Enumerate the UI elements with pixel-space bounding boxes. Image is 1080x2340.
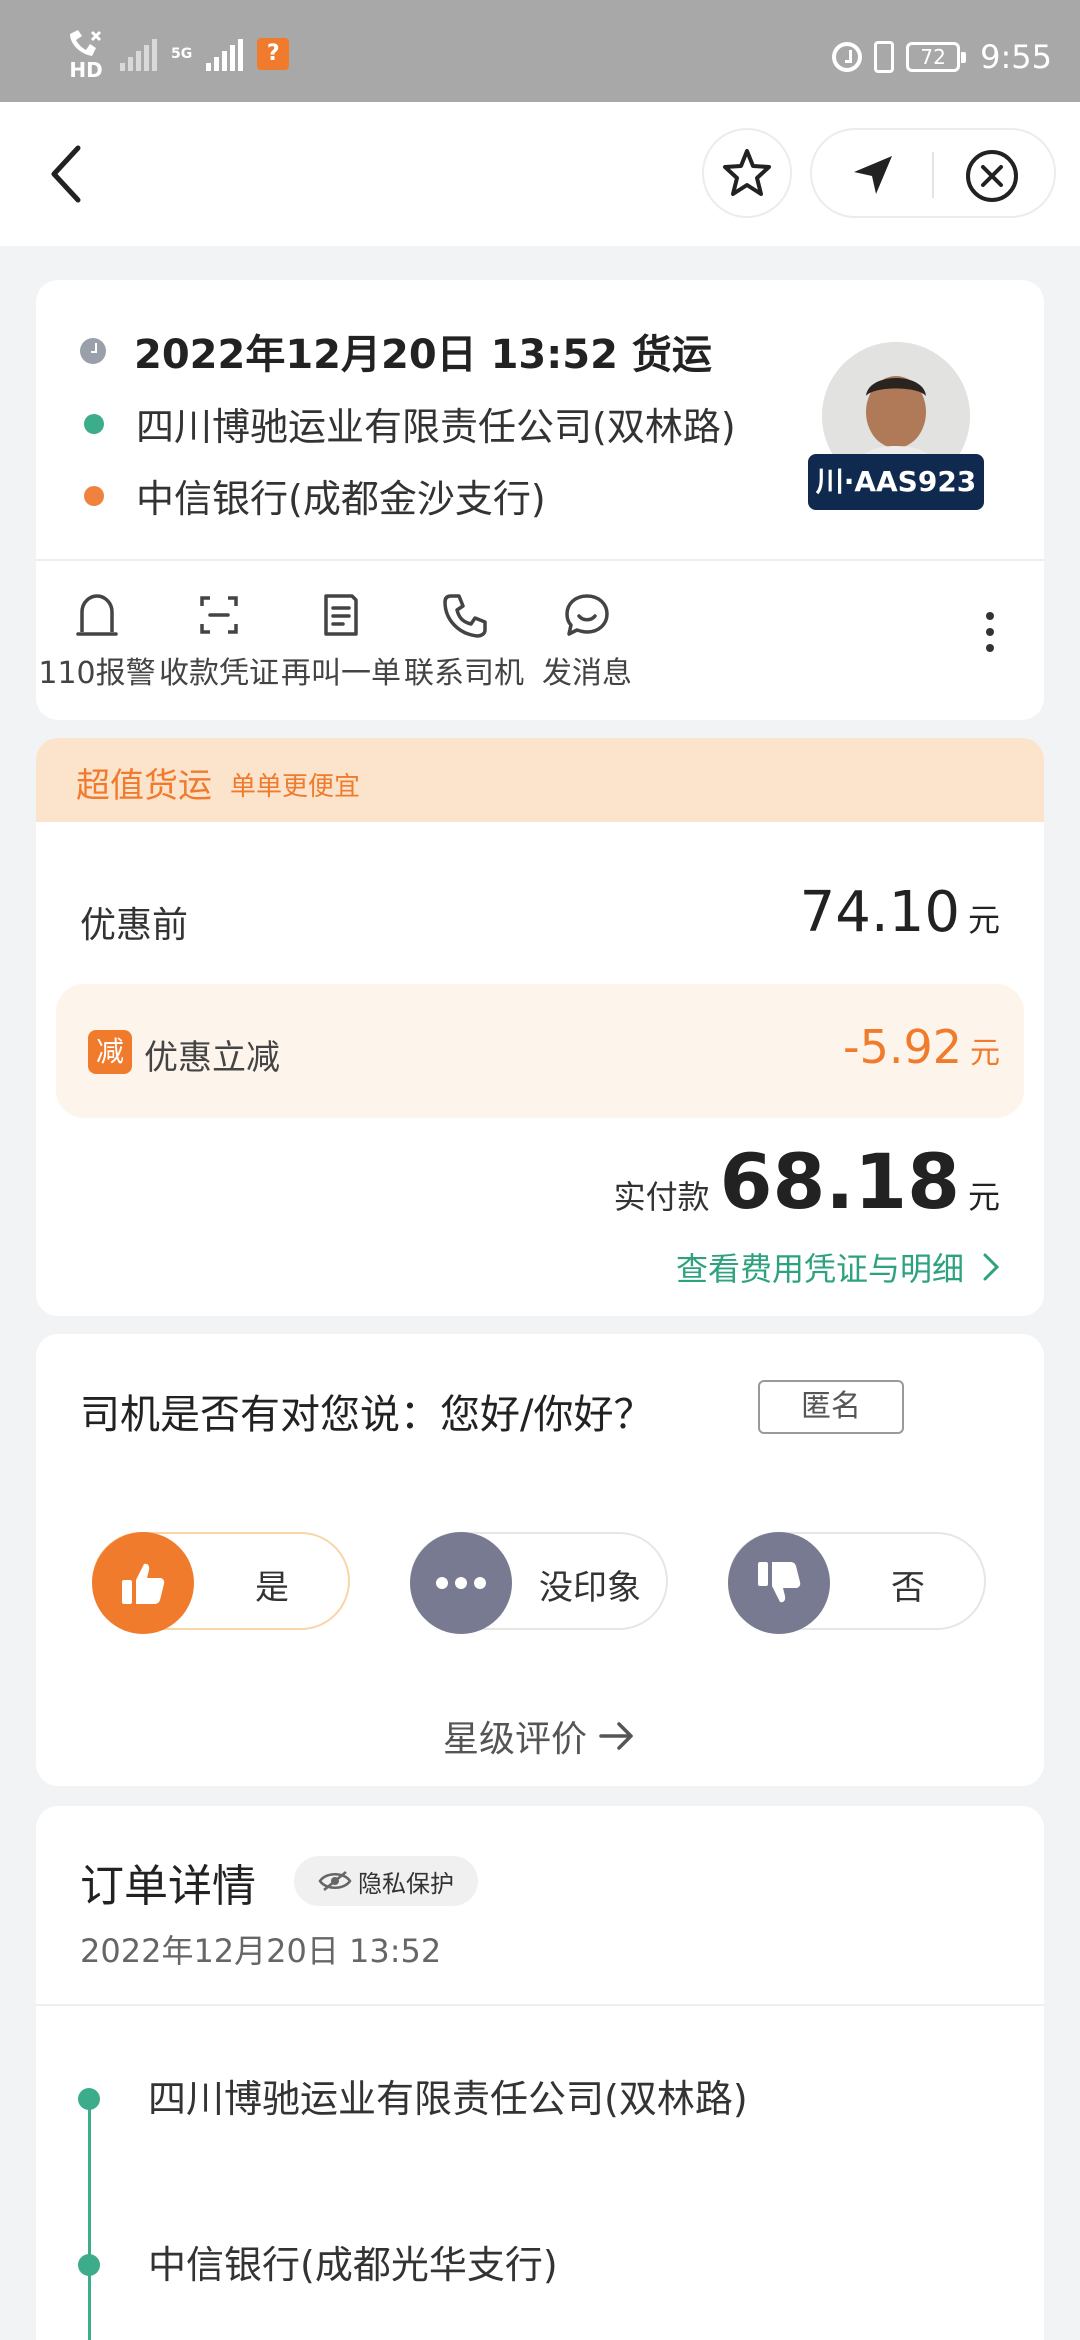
answer-no-impression-button[interactable]: 没印象 xyxy=(410,1532,668,1634)
clock-icon xyxy=(80,338,106,364)
navigate-button[interactable] xyxy=(848,150,898,204)
trip-time-row: 2022年12月20日 13:52 货运 xyxy=(80,322,712,380)
status-bar: HD 5G ? 72 9:55 xyxy=(0,0,1080,102)
pre-discount-value: 74.10 元 xyxy=(800,880,1000,945)
dropoff-dot-icon xyxy=(84,485,104,506)
pickup-row: 四川博驰运业有限责任公司(双林路) xyxy=(84,396,736,451)
route-line xyxy=(88,2098,91,2340)
promo-banner: 超值货运 单单更便宜 xyxy=(36,738,1044,822)
top-nav-bar xyxy=(0,102,1080,246)
signal-bars-sim1 xyxy=(120,37,157,71)
battery-icon: 72 xyxy=(906,42,967,72)
answer-no-button[interactable]: 否 xyxy=(728,1532,986,1634)
action-message[interactable]: 发消息 xyxy=(512,590,662,692)
close-circle-icon xyxy=(966,150,1018,202)
discount-badge: 减 xyxy=(88,1030,132,1074)
trip-datetime: 2022年12月20日 13:52 货运 xyxy=(134,332,712,378)
pre-discount-label: 优惠前 xyxy=(80,905,189,946)
receipt-scan-icon xyxy=(200,596,238,634)
route-end-dot-icon xyxy=(78,2254,100,2276)
route-stop-2: 中信银行(成都光华支行) xyxy=(148,2243,558,2287)
chevron-right-icon xyxy=(983,1253,1000,1281)
network-type: 5G xyxy=(171,46,193,62)
status-right: 72 9:55 xyxy=(832,38,1052,76)
discount-label: 优惠立减 xyxy=(144,1038,280,1078)
app-notification-icon: ? xyxy=(257,38,290,70)
divider xyxy=(36,2004,1044,2006)
star-icon xyxy=(723,149,771,196)
privacy-label: 隐私保护 xyxy=(358,1869,454,1898)
promo-title: 超值货运 xyxy=(76,766,212,806)
answer-no-label: 否 xyxy=(891,1568,925,1608)
dropoff-row: 中信银行(成都金沙支行) xyxy=(84,468,546,523)
back-button[interactable] xyxy=(36,138,96,210)
discount-amount: -5.92 xyxy=(842,1020,962,1074)
action-label: 110报警 xyxy=(38,656,156,691)
vibrate-icon xyxy=(874,41,895,73)
close-button[interactable] xyxy=(964,148,1020,208)
reorder-note-icon xyxy=(324,594,358,636)
survey-question: 司机是否有对您说：您好/你好？ xyxy=(80,1392,654,1438)
thumbs-up-icon xyxy=(92,1532,194,1634)
answer-no-impression-label: 没印象 xyxy=(539,1568,641,1608)
clock-time: 9:55 xyxy=(980,38,1052,76)
ellipsis-icon xyxy=(410,1532,512,1634)
paid-amount-row: 实付款 68.18 元 xyxy=(614,1144,1000,1220)
status-left: HD 5G ? xyxy=(66,28,290,80)
favorite-button[interactable] xyxy=(702,128,792,218)
dropoff-address: 中信银行(成都金沙支行) xyxy=(136,477,546,521)
arrow-right-icon xyxy=(599,1722,633,1750)
battery-level: 72 xyxy=(920,45,946,69)
header-action-pill xyxy=(810,128,1056,218)
pickup-address: 四川博驰运业有限责任公司(双林路) xyxy=(136,405,736,449)
promo-subtitle: 单单更便宜 xyxy=(230,772,361,802)
thumbs-down-icon xyxy=(728,1532,830,1634)
more-options-icon[interactable] xyxy=(986,612,994,652)
action-label: 联系司机 xyxy=(404,656,524,691)
route-stop-1: 四川博驰运业有限责任公司(双林路) xyxy=(148,2077,748,2121)
anonymous-tag: 匿名 xyxy=(758,1380,904,1434)
order-details-card: 订单详情 隐私保护 2022年12月20日 13:52 四川博驰运业有限责任公司… xyxy=(36,1806,1044,2340)
pre-discount-amount: 74.10 xyxy=(799,880,960,945)
action-label: 再叫一单 xyxy=(281,656,401,691)
message-bubble-icon xyxy=(565,594,609,636)
star-rating-link[interactable]: 星级评价 xyxy=(36,1710,1044,1762)
driver-greeting-survey: 司机是否有对您说：您好/你好？ 匿名 是 没印象 否 星级评价 xyxy=(36,1334,1044,1786)
paid-label: 实付款 xyxy=(613,1178,710,1216)
pill-divider xyxy=(932,152,934,198)
trip-summary-card: 2022年12月20日 13:52 货运 四川博驰运业有限责任公司(双林路) 中… xyxy=(36,280,1044,720)
currency-unit: 元 xyxy=(970,1036,1000,1071)
answer-yes-label: 是 xyxy=(255,1568,289,1608)
license-plate: 川·AAS923 xyxy=(808,454,984,510)
eye-icon xyxy=(318,1871,352,1891)
pickup-dot-icon xyxy=(84,413,104,434)
fee-detail-label: 查看费用凭证与明细 xyxy=(675,1250,964,1288)
hd-call-icon: HD xyxy=(66,28,106,80)
action-label: 发消息 xyxy=(542,656,632,691)
alarm-icon xyxy=(832,42,863,72)
paid-amount: 68.18 xyxy=(719,1137,960,1226)
phone-icon xyxy=(443,594,487,638)
signal-bars-sim2 xyxy=(206,37,244,71)
divider xyxy=(36,559,1044,561)
fee-detail-link[interactable]: 查看费用凭证与明细 xyxy=(676,1244,1000,1290)
privacy-protection-tag[interactable]: 隐私保护 xyxy=(294,1856,478,1906)
action-bar: 110报警 收款凭证 再叫一单 联系司机 发消息 xyxy=(36,562,1044,720)
order-details-title: 订单详情 xyxy=(80,1861,256,1912)
alarm-bell-icon xyxy=(76,594,118,636)
order-datetime: 2022年12月20日 13:52 xyxy=(80,1932,442,1970)
answer-yes-button[interactable]: 是 xyxy=(92,1532,350,1634)
star-rating-label: 星级评价 xyxy=(442,1719,587,1760)
back-arrow-icon xyxy=(51,145,81,203)
route-start-dot-icon xyxy=(78,2088,100,2110)
discount-value: -5.92 元 xyxy=(843,1020,1000,1074)
currency-unit: 元 xyxy=(967,1178,1000,1216)
action-label: 收款凭证 xyxy=(159,656,279,691)
navigation-arrow-icon xyxy=(854,156,892,194)
price-card: 超值货运 单单更便宜 优惠前 74.10 元 减 优惠立减 -5.92 元 实付款 … xyxy=(36,738,1044,1316)
currency-unit: 元 xyxy=(967,901,1000,939)
discount-row: 减 优惠立减 -5.92 元 xyxy=(56,984,1024,1118)
